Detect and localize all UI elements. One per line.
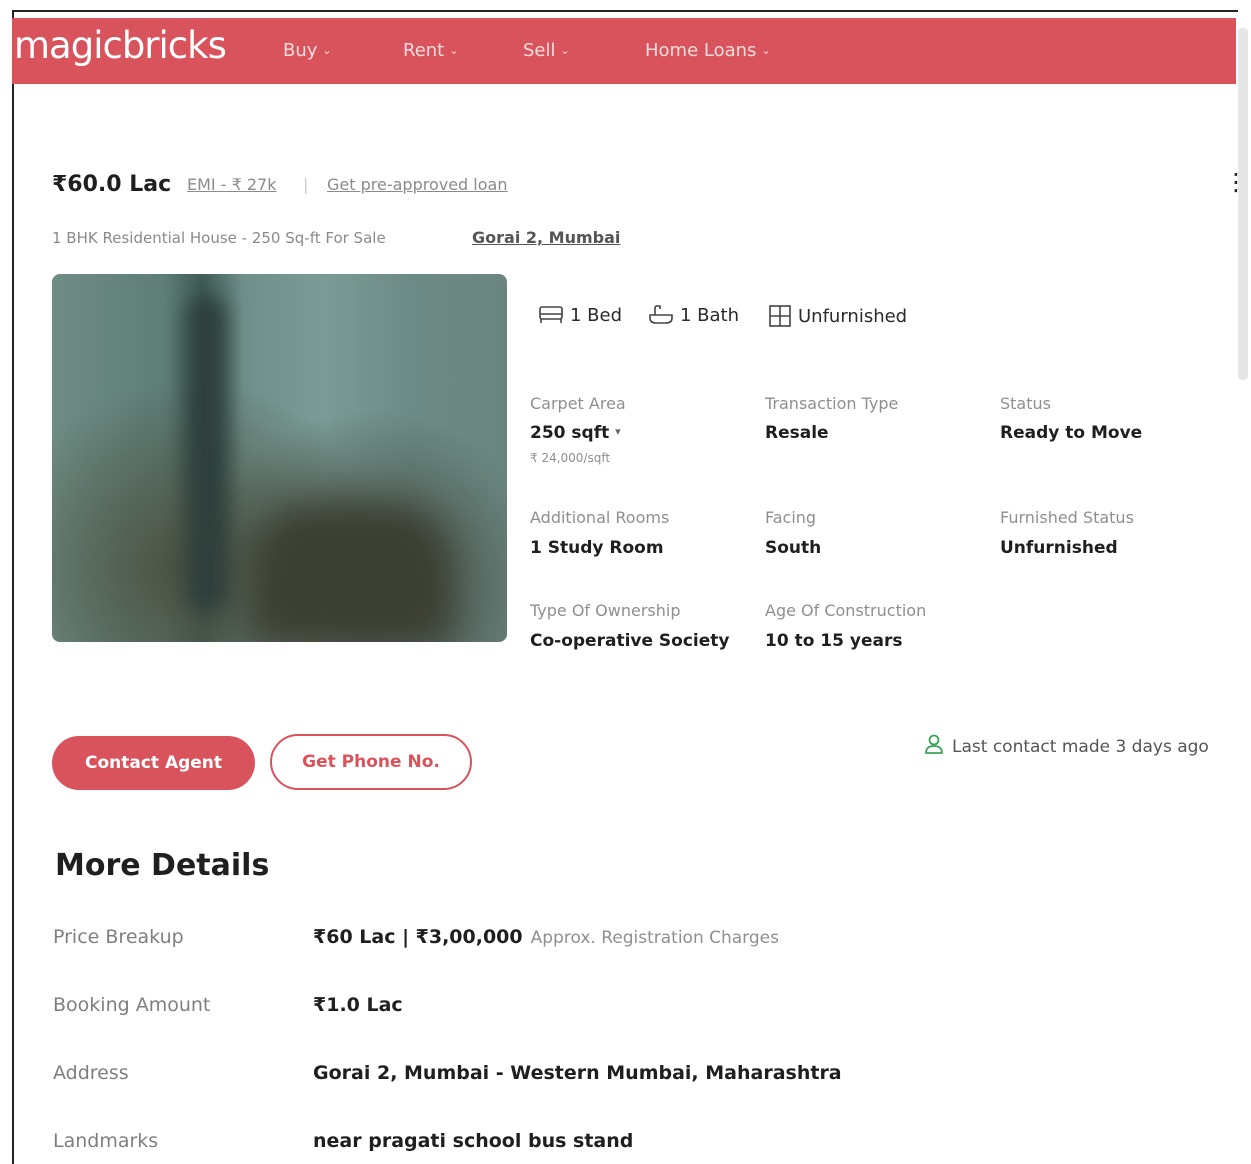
contact-agent-button[interactable]: Contact Agent	[52, 736, 255, 790]
pre-approved-loan-link[interactable]: Get pre-approved loan	[327, 175, 507, 194]
listing-subtitle: 1 BHK Residential House - 250 Sq-ft For …	[52, 229, 386, 247]
feature-baths: 1 Bath	[648, 304, 739, 326]
bath-icon	[648, 304, 674, 326]
chevron-down-icon: ⌄	[761, 44, 771, 57]
get-phone-button[interactable]: Get Phone No.	[270, 734, 472, 790]
address-label: Address	[53, 1062, 129, 1084]
magicbricks-logo[interactable]: magicbricks	[14, 24, 227, 67]
photo-blur-shape	[252, 504, 452, 642]
price-per-sqft: ₹ 24,000/sqft	[530, 451, 611, 465]
detail-value[interactable]: 250 sqft ▾	[530, 423, 621, 443]
booking-amount-value: ₹1.0 Lac	[313, 994, 403, 1016]
detail-value: Resale	[765, 423, 829, 443]
detail-label: Facing	[765, 508, 817, 527]
feature-beds: 1 Bed	[538, 304, 622, 326]
chevron-down-icon: ⌄	[449, 44, 459, 57]
price-breakup-amount: ₹60 Lac | ₹3,00,000	[313, 926, 523, 948]
last-contact-text: Last contact made 3 days ago	[952, 736, 1209, 757]
user-icon	[924, 733, 944, 760]
detail-value: South	[765, 538, 822, 558]
booking-amount-label: Booking Amount	[53, 994, 211, 1016]
emi-link[interactable]: EMI - ₹ 27k	[187, 175, 276, 194]
nav-buy-label: Buy	[283, 40, 318, 61]
chevron-down-icon: ⌄	[322, 44, 332, 57]
property-photo[interactable]	[52, 274, 507, 642]
detail-value: 10 to 15 years	[765, 631, 903, 651]
detail-value: Co-operative Society	[530, 631, 730, 651]
detail-label: Type Of Ownership	[530, 601, 681, 620]
address-value: Gorai 2, Mumbai - Western Mumbai, Mahara…	[313, 1062, 842, 1084]
nav-buy[interactable]: Buy ⌄	[283, 40, 332, 61]
carpet-area-dropdown-icon[interactable]: ▾	[615, 425, 621, 438]
detail-label: Carpet Area	[530, 394, 626, 413]
nav-sell[interactable]: Sell ⌄	[523, 40, 570, 61]
nav-home-loans[interactable]: Home Loans ⌄	[645, 40, 771, 61]
bed-icon	[538, 304, 564, 326]
landmarks-label: Landmarks	[53, 1130, 159, 1152]
listing-price: ₹60.0 Lac	[52, 172, 172, 197]
carpet-area-value: 250 sqft	[530, 423, 610, 443]
detail-label: Furnished Status	[1000, 508, 1134, 527]
registration-charges-note: Approx. Registration Charges	[530, 928, 779, 948]
price-breakup-value: ₹60 Lac | ₹3,00,000 Approx. Registration …	[313, 926, 779, 948]
divider: |	[303, 175, 309, 194]
price-breakup-label: Price Breakup	[53, 926, 184, 948]
scrollbar[interactable]	[1238, 28, 1248, 380]
detail-label: Additional Rooms	[530, 508, 670, 527]
feature-furnishing: Unfurnished	[768, 304, 907, 328]
photo-blur-shape	[187, 294, 227, 614]
nav-rent-label: Rent	[403, 40, 445, 61]
detail-value: 1 Study Room	[530, 538, 664, 558]
more-options-icon[interactable]: ⋮	[1224, 170, 1248, 194]
detail-label: Transaction Type	[765, 394, 899, 413]
detail-value: Unfurnished	[1000, 538, 1118, 558]
feature-baths-label: 1 Bath	[680, 304, 740, 326]
nav-rent[interactable]: Rent ⌄	[403, 40, 458, 61]
location-link[interactable]: Gorai 2, Mumbai	[472, 228, 620, 247]
furniture-icon	[768, 304, 792, 328]
chevron-down-icon: ⌄	[560, 44, 570, 57]
nav-home-loans-label: Home Loans	[645, 40, 757, 61]
detail-label: Age Of Construction	[765, 601, 927, 620]
landmarks-value: near pragati school bus stand	[313, 1130, 634, 1152]
feature-beds-label: 1 Bed	[570, 304, 623, 326]
detail-value: Ready to Move	[1000, 423, 1143, 443]
nav-sell-label: Sell	[523, 40, 556, 61]
feature-furnishing-label: Unfurnished	[798, 305, 908, 327]
more-details-title: More Details	[55, 848, 270, 883]
last-contact-info: Last contact made 3 days ago	[924, 733, 1209, 760]
detail-label: Status	[1000, 394, 1051, 413]
